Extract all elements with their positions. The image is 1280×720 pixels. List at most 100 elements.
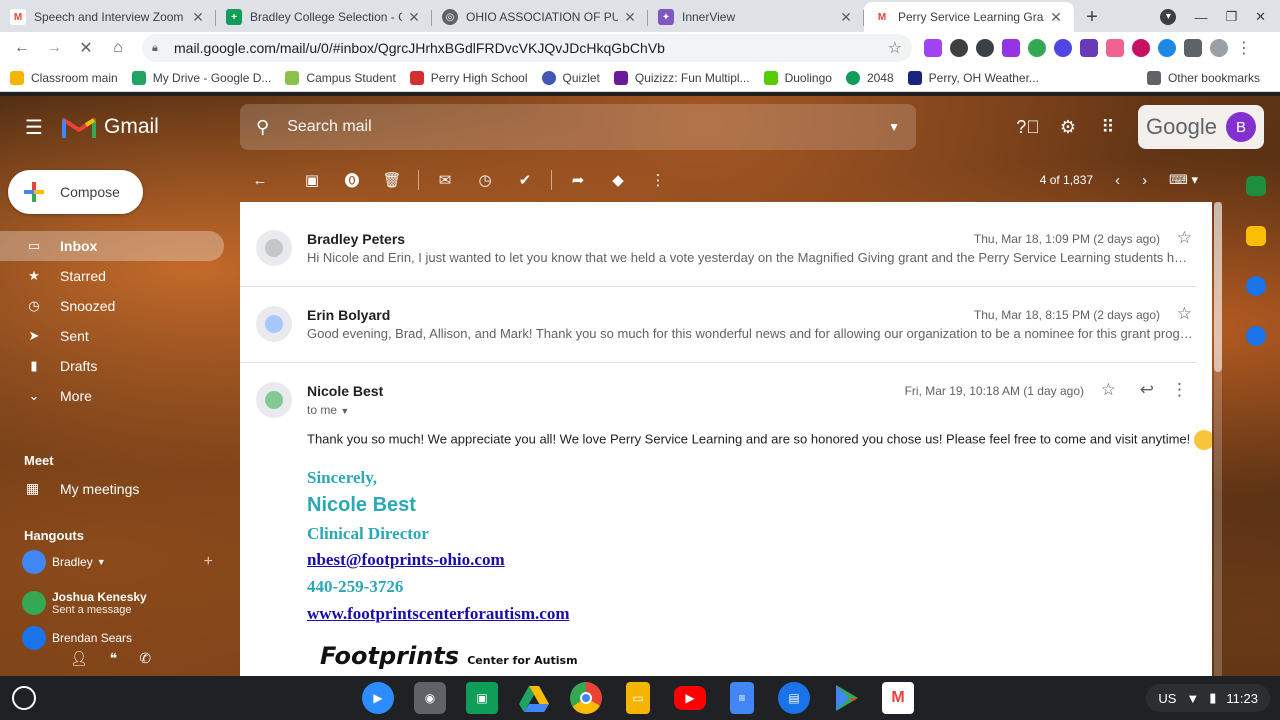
bookmark-item[interactable]: Quizlet [541,70,600,85]
browser-tab[interactable]: ✦ InnerView ✕ [648,2,864,32]
extension-icon[interactable] [950,39,968,57]
profile-icon[interactable] [1210,39,1228,57]
signature-website-link[interactable]: www.footprintscenterforautism.com [307,604,570,624]
extension-icon[interactable] [924,39,942,57]
search-icon[interactable]: ⚲ [256,117,269,138]
address-bar[interactable]: 🔒︎ mail.google.com/mail/u/0/#inbox/QgrcJ… [142,34,912,62]
slides-app-icon[interactable]: ▭ [626,682,650,714]
account-avatar[interactable]: B [1226,112,1256,142]
bookmark-item[interactable]: 2048 [845,70,894,85]
extension-icon[interactable] [1002,39,1020,57]
sidebar-item-more[interactable]: ⌄ More [0,381,240,411]
main-menu-icon[interactable]: ☰ [10,103,58,151]
extension-icon[interactable] [1054,39,1072,57]
launcher-icon[interactable] [12,686,36,710]
close-window-icon[interactable]: ✕ [1255,9,1266,25]
gmail-app-icon[interactable]: M [882,682,914,714]
chevron-left-icon[interactable]: ‹ [1115,172,1120,189]
star-icon[interactable]: ☆ [1177,228,1192,248]
back-arrow-icon[interactable]: ← [240,172,280,189]
maximize-icon[interactable]: ❐ [1225,9,1237,25]
snooze-icon[interactable]: ◷ [465,171,505,189]
delete-icon[interactable]: 🗑︎ [372,171,412,189]
close-icon[interactable]: ✕ [622,9,638,26]
sidebar-item-drafts[interactable]: ▮ Drafts [0,351,240,381]
settings-gear-icon[interactable]: ⚙ [1048,107,1088,147]
bookmark-item[interactable]: Perry High School [409,70,528,85]
kebab-menu-icon[interactable]: ⋮ [1236,38,1252,58]
close-icon[interactable]: ✕ [1048,9,1064,26]
browser-tab-active[interactable]: M Perry Service Learning Grant - ✕ [864,2,1074,32]
recipients-toggle[interactable]: to me ▼ [307,403,349,417]
close-icon[interactable]: ✕ [838,9,854,26]
search-input[interactable]: Search mail [287,118,888,136]
compose-button[interactable]: Compose [8,170,143,214]
docs-app-icon[interactable]: ≡ [730,682,754,714]
more-icon[interactable]: ⋮ [638,171,678,189]
puzzle-icon[interactable] [1184,39,1202,57]
sidebar-item-inbox[interactable]: ▭ Inbox [0,231,224,261]
browser-tab[interactable]: ◎ OHIO ASSOCIATION OF PUBLIC ✕ [432,2,648,32]
bookmark-item[interactable]: Duolingo [763,70,832,85]
phone-icon[interactable]: ✆ [139,650,151,667]
google-account-area[interactable]: Google B [1138,105,1264,149]
bookmark-item[interactable]: Classroom main [10,70,118,85]
classroom-app-icon[interactable]: ▣ [466,682,498,714]
chevron-down-icon[interactable]: ▼ [97,557,106,567]
mark-unread-icon[interactable]: ✉ [425,171,465,189]
collapsed-message[interactable]: Erin Bolyard Thu, Mar 18, 8:15 PM (2 day… [240,286,1196,362]
other-bookmarks[interactable]: Other bookmarks [1146,70,1260,85]
extension-icon[interactable] [1132,39,1150,57]
close-icon[interactable]: ✕ [406,9,422,26]
report-spam-icon[interactable]: ⓿ [332,170,372,191]
drive-app-icon[interactable] [518,682,550,714]
reply-icon[interactable]: ↩ [1140,380,1154,400]
bookmark-item[interactable]: Campus Student [285,70,396,85]
input-tools-icon[interactable]: ⌨ ▾ [1169,172,1198,188]
sidebar-item-snoozed[interactable]: ◷ Snoozed [0,291,240,321]
star-icon[interactable]: ☆ [1177,304,1192,324]
stop-icon[interactable]: ✕ [72,34,100,62]
play-store-app-icon[interactable] [830,682,862,714]
gmail-logo[interactable]: Gmail [62,114,159,140]
calendar-icon[interactable] [1246,176,1266,196]
sidebar-item-sent[interactable]: ➤ Sent [0,321,240,351]
add-task-icon[interactable]: ✔ [505,171,545,189]
conversation-scrollbar[interactable] [1214,202,1222,676]
bookmark-star-icon[interactable]: ☆ [888,38,902,58]
sidebar-item-starred[interactable]: ★ Starred [0,261,240,291]
bookmark-item[interactable]: My Drive - Google D... [131,70,271,85]
hangouts-contact[interactable]: Brendan Sears [22,626,132,650]
search-bar[interactable]: ⚲ Search mail ▼ [240,104,916,150]
minimize-icon[interactable]: — [1194,10,1207,25]
zoom-app-icon[interactable]: ▶ [362,682,394,714]
hangouts-contact[interactable]: Joshua Kenesky Sent a message [22,590,147,616]
contacts-icon[interactable]: 👤︎ [70,650,88,667]
status-tray[interactable]: US ▼ ▮ 11:23 [1146,684,1270,712]
add-chat-icon[interactable]: + [204,553,213,571]
keep-icon[interactable] [1246,226,1266,246]
extension-icon[interactable] [1106,39,1124,57]
archive-icon[interactable]: ▣ [292,171,332,189]
back-icon[interactable]: ← [8,34,36,62]
url-text[interactable]: mail.google.com/mail/u/0/#inbox/QgrcJHrh… [174,40,888,56]
tab-search-icon[interactable]: ▾ [1160,9,1177,25]
chevron-right-icon[interactable]: › [1142,172,1147,189]
hangouts-chat-icon[interactable]: ❝ [110,650,118,667]
chrome-app-icon[interactable] [570,682,602,714]
search-options-icon[interactable]: ▼ [888,120,900,134]
scrollbar-thumb[interactable] [1214,202,1222,372]
label-icon[interactable]: ◆ [598,171,638,189]
extension-icon[interactable] [1080,39,1098,57]
apps-grid-icon[interactable]: ⠿ [1088,107,1128,147]
bookmark-item[interactable]: Quizizz: Fun Multipl... [613,70,750,85]
browser-tab[interactable]: M Speech and Interview Zoom Li ✕ [0,2,216,32]
move-to-icon[interactable]: ➦ [558,171,598,189]
extension-icon[interactable] [976,39,994,57]
files-app-icon[interactable]: ▤ [778,682,810,714]
more-options-icon[interactable]: ⋮ [1171,380,1188,400]
close-icon[interactable]: ✕ [190,9,206,26]
star-icon[interactable]: ☆ [1101,380,1116,400]
hangouts-self[interactable]: Bradley ▼ + [22,550,213,574]
collapsed-message[interactable]: Bradley Peters Thu, Mar 18, 1:09 PM (2 d… [240,202,1196,286]
